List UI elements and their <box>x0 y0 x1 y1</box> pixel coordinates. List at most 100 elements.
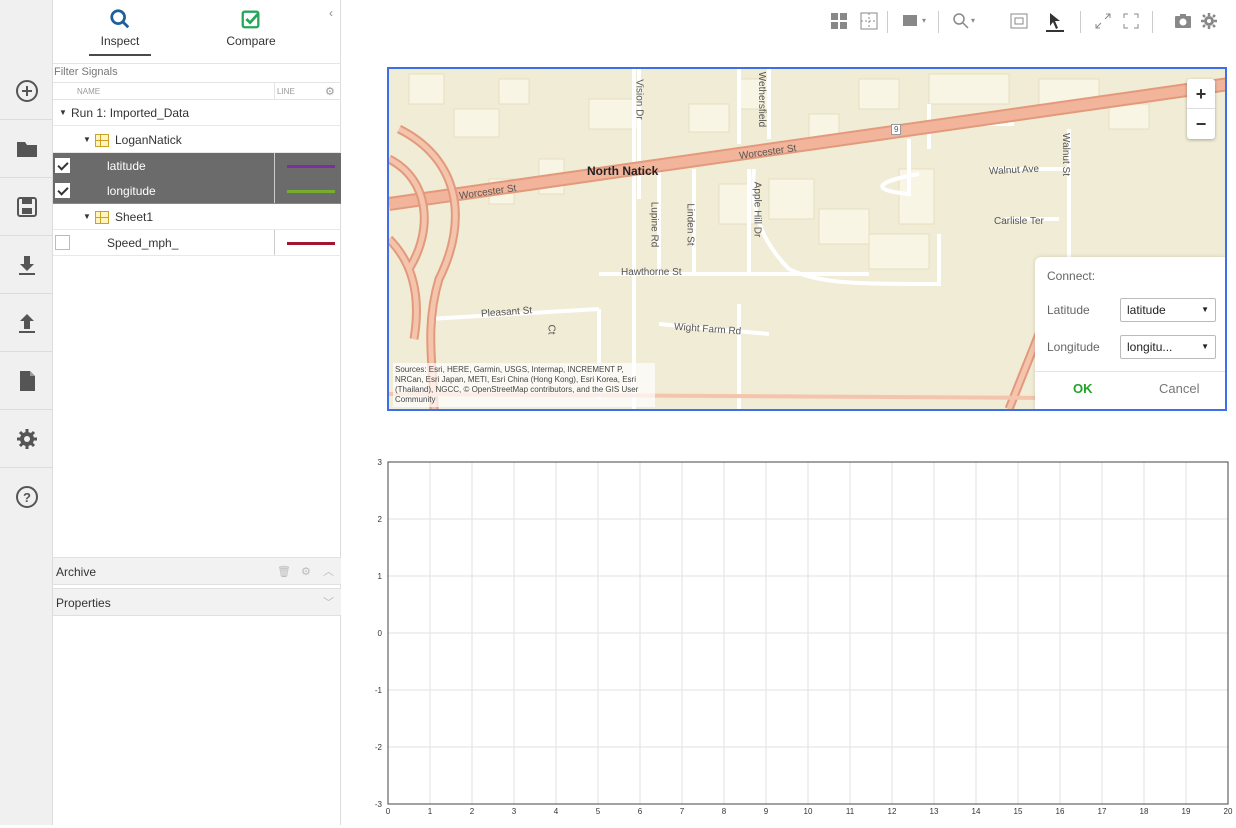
signal-label: latitude <box>107 159 146 173</box>
map-label: Lupine Rd <box>648 201 660 248</box>
latitude-label: Latitude <box>1047 303 1090 317</box>
longitude-select[interactable]: longitu... ▼ <box>1120 335 1216 359</box>
x-tick-label: 17 <box>1098 807 1107 816</box>
x-tick-label: 2 <box>470 807 475 816</box>
x-tick-label: 18 <box>1140 807 1149 816</box>
line-color-swatch[interactable] <box>287 190 335 193</box>
save-icon[interactable] <box>0 178 53 236</box>
chevron-down-icon: ▼ <box>1201 305 1209 314</box>
expand-icon[interactable] <box>1094 12 1112 32</box>
fit-to-view-icon[interactable] <box>1010 12 1028 32</box>
map-view[interactable]: North Natick Worcester St Worcester St W… <box>387 67 1227 411</box>
gear-icon[interactable] <box>0 410 53 468</box>
column-settings-icon[interactable]: ⚙ <box>325 85 335 98</box>
run-label: Run 1: Imported_Data <box>71 106 190 120</box>
map-label: Ct <box>545 324 557 335</box>
time-plot-axes: 0 1 2 3 4 5 6 7 8 9 10 11 12 13 14 15 16 17 18 19 20-3-2-101… <box>375 458 1233 816</box>
latitude-select-value: latitude <box>1127 303 1166 317</box>
y-tick-label: -3 <box>375 800 383 809</box>
chevron-down-icon[interactable]: ▾ <box>922 16 926 36</box>
help-icon[interactable]: ? <box>0 468 53 526</box>
archive-panel[interactable]: Archive 🗑 ⚙ ︿ <box>53 557 341 585</box>
document-icon[interactable] <box>0 352 53 410</box>
x-tick-label: 11 <box>846 807 855 816</box>
y-tick-label: 0 <box>378 629 383 638</box>
zoom-in-button[interactable]: + <box>1187 79 1215 109</box>
download-icon[interactable] <box>0 236 53 294</box>
latitude-select[interactable]: latitude ▼ <box>1120 298 1216 322</box>
map-label: Wethersfield <box>756 71 768 128</box>
group-row-sheet1[interactable]: ▼ Sheet1 <box>53 204 341 230</box>
longitude-select-value: longitu... <box>1127 340 1173 354</box>
caret-down-icon[interactable]: ▼ <box>59 100 67 126</box>
signal-checkbox[interactable] <box>55 235 70 250</box>
map-label: North Natick <box>587 164 659 178</box>
upload-icon[interactable] <box>0 294 53 352</box>
gear-icon[interactable]: ⚙ <box>301 558 311 586</box>
trash-icon[interactable]: 🗑 <box>277 558 291 586</box>
add-icon[interactable] <box>0 62 53 120</box>
signal-row-latitude[interactable]: latitude <box>53 153 341 179</box>
connect-title: Connect: <box>1047 269 1096 283</box>
camera-icon[interactable] <box>1174 12 1192 32</box>
checkbox-check-icon <box>241 10 260 29</box>
caret-down-icon[interactable]: ▼ <box>83 204 91 230</box>
properties-label: Properties <box>56 596 111 610</box>
time-plot[interactable]: 0 1 2 3 4 5 6 7 8 9 10 11 12 13 14 15 16 17 18 19 20 -3 -2 -1 0 1… <box>370 452 1236 825</box>
properties-panel[interactable]: Properties ﹀ <box>53 588 341 616</box>
map-attribution: Sources: Esri, HERE, Garmin, USGS, Inter… <box>393 363 655 407</box>
line-color-swatch[interactable] <box>287 165 335 168</box>
settings-icon[interactable] <box>1200 12 1218 32</box>
route-shield: 9 <box>891 124 902 135</box>
run-row[interactable]: ▼ Run 1: Imported_Data <box>53 100 341 126</box>
filter-signals-input[interactable]: Filter Signals <box>53 64 341 81</box>
signal-row-longitude[interactable]: longitude <box>53 178 341 204</box>
x-tick-label: 19 <box>1182 807 1191 816</box>
map-label: Linden St <box>684 203 696 246</box>
x-tick-label: 13 <box>930 807 939 816</box>
visualization-gallery-icon[interactable] <box>902 12 920 32</box>
cursor-icon[interactable] <box>1046 12 1064 32</box>
tab-inspect-label: Inspect <box>100 34 140 48</box>
signal-checkbox[interactable] <box>55 158 70 173</box>
signal-checkbox[interactable] <box>55 183 70 198</box>
group-label: LoganNatick <box>115 133 182 147</box>
x-tick-label: 0 <box>386 807 391 816</box>
y-tick-label: 1 <box>378 572 383 581</box>
x-tick-label: 9 <box>764 807 769 816</box>
column-name: NAME <box>77 87 101 96</box>
group-row-logannatick[interactable]: ▼ LoganNatick <box>53 127 341 153</box>
map-label: Walnut St <box>1059 133 1071 176</box>
x-tick-label: 1 <box>428 807 433 816</box>
map-label: Vision Dr <box>633 79 645 120</box>
y-tick-label: -2 <box>375 743 383 752</box>
zoom-out-button[interactable]: − <box>1187 109 1215 139</box>
chevron-up-icon[interactable]: ︿ <box>323 558 334 586</box>
chevron-left-icon[interactable]: ‹ <box>329 6 333 20</box>
zoom-icon[interactable] <box>952 12 970 32</box>
tab-inspect[interactable]: Inspect <box>75 8 165 56</box>
layout-grid-icon[interactable] <box>830 12 848 32</box>
chevron-down-icon[interactable]: ▾ <box>971 16 975 36</box>
tab-bar: Inspect Compare ‹ <box>53 0 341 64</box>
caret-down-icon[interactable]: ▼ <box>83 127 91 153</box>
fullscreen-icon[interactable] <box>1122 12 1140 32</box>
signal-row-speed[interactable]: Speed_mph_ <box>53 230 341 256</box>
group-label: Sheet1 <box>115 210 154 224</box>
x-tick-label: 14 <box>972 807 981 816</box>
x-tick-label: 20 <box>1224 807 1233 816</box>
folder-icon[interactable] <box>0 120 53 178</box>
chevron-down-icon[interactable]: ﹀ <box>323 589 334 617</box>
cancel-button[interactable]: Cancel <box>1159 381 1199 396</box>
tab-compare-label: Compare <box>226 34 276 48</box>
ok-button[interactable]: OK <box>1073 381 1093 396</box>
x-tick-label: 7 <box>680 807 685 816</box>
x-tick-label: 6 <box>638 807 643 816</box>
subplot-layout-icon[interactable] <box>860 12 878 32</box>
x-tick-label: 3 <box>512 807 517 816</box>
y-tick-label: 3 <box>378 458 383 467</box>
zoom-controls: + − <box>1187 79 1215 139</box>
line-color-swatch[interactable] <box>287 242 335 245</box>
tab-compare[interactable]: Compare <box>206 8 296 48</box>
y-tick-label: -1 <box>375 686 383 695</box>
